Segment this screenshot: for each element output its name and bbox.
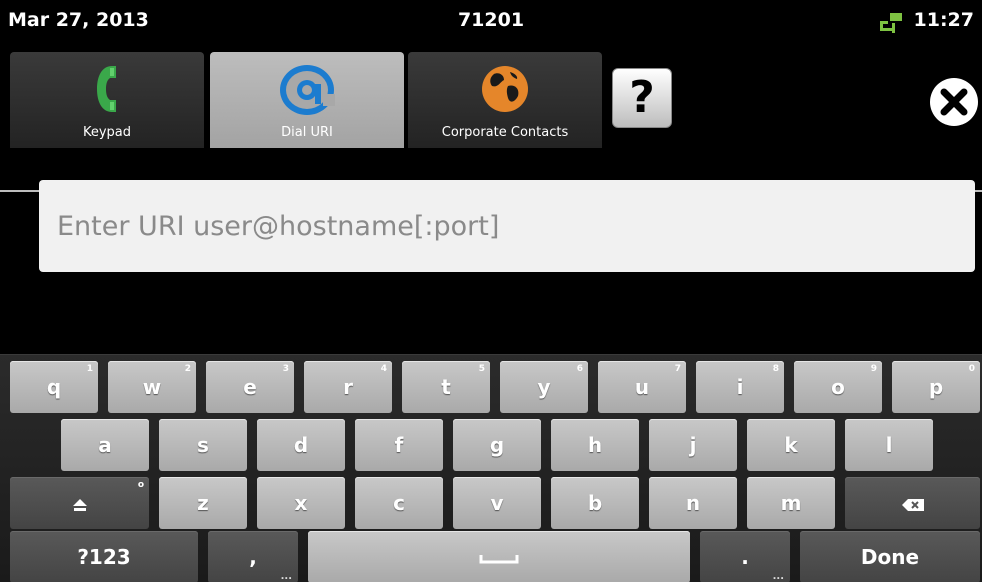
tab-keypad[interactable]: Keypad [10,52,204,148]
key-t[interactable]: t5 [402,361,490,413]
key-h[interactable]: h [551,419,639,471]
phone-icon [94,64,120,118]
key-hint: 6 [576,364,583,374]
at-sign-icon [279,64,337,120]
key-p[interactable]: p0 [892,361,980,413]
key-o[interactable]: o9 [794,361,882,413]
backspace-icon [901,491,925,515]
key-w[interactable]: w2 [108,361,196,413]
key-f[interactable]: f [355,419,443,471]
key-u[interactable]: u7 [598,361,686,413]
key-y[interactable]: y6 [500,361,588,413]
key-more-hint: ... [280,571,292,582]
key-z[interactable]: z [159,477,247,529]
key-r[interactable]: r4 [304,361,392,413]
shift-icon [72,491,88,515]
shift-key[interactable]: o [10,477,149,529]
key-x[interactable]: x [257,477,345,529]
network-signal-icon [880,13,902,33]
key-hint: 0 [968,364,975,374]
soft-keyboard: q1 w2 e3 r4 t5 y6 u7 i8 o9 p0 a s d f g … [0,354,982,582]
key-e[interactable]: e3 [206,361,294,413]
key-m[interactable]: m [747,477,835,529]
screen: Mar 27, 2013 71201 11:27 Keypad Dial URI… [0,0,982,582]
key-a[interactable]: a [61,419,149,471]
symbols-key[interactable]: ?123 [10,531,198,582]
space-key[interactable] [308,531,690,582]
tab-bar: Keypad Dial URI Corporate Contacts [0,44,982,192]
key-i[interactable]: i8 [696,361,784,413]
key-hint: 7 [674,364,681,374]
key-d[interactable]: d [257,419,345,471]
globe-icon [480,64,530,118]
key-v[interactable]: v [453,477,541,529]
key-s[interactable]: s [159,419,247,471]
key-hint: 1 [86,364,93,374]
status-time: 11:27 [913,9,974,31]
tab-keypad-label: Keypad [82,125,132,140]
close-icon [930,88,978,130]
status-bar: Mar 27, 2013 71201 11:27 [0,0,982,44]
tab-corporate-contacts-label: Corporate Contacts [441,125,569,140]
done-key[interactable]: Done [800,531,980,582]
period-key[interactable]: .... [700,531,790,582]
key-c[interactable]: c [355,477,443,529]
tab-corporate-contacts[interactable]: Corporate Contacts [408,52,602,148]
key-hint: 2 [184,364,191,374]
key-hint: 5 [478,364,485,374]
key-hint: 9 [870,364,877,374]
key-hint: 3 [282,364,289,374]
key-k[interactable]: k [747,419,835,471]
close-button[interactable] [930,78,978,126]
uri-input[interactable] [39,180,975,272]
status-extension: 71201 [457,9,525,31]
key-hint: 8 [772,364,779,374]
key-hint: o [137,480,144,490]
key-j[interactable]: j [649,419,737,471]
tab-dial-uri[interactable]: Dial URI [210,52,404,148]
key-q[interactable]: q1 [10,361,98,413]
help-button[interactable]: ? [612,68,672,128]
tab-dial-uri-label: Dial URI [281,125,333,140]
backspace-key[interactable] [845,477,980,529]
key-b[interactable]: b [551,477,639,529]
comma-key[interactable]: ,... [208,531,298,582]
key-n[interactable]: n [649,477,737,529]
key-more-hint: ... [772,571,784,582]
key-l[interactable]: l [845,419,933,471]
key-hint: 4 [380,364,387,374]
space-icon [479,545,519,569]
key-g[interactable]: g [453,419,541,471]
